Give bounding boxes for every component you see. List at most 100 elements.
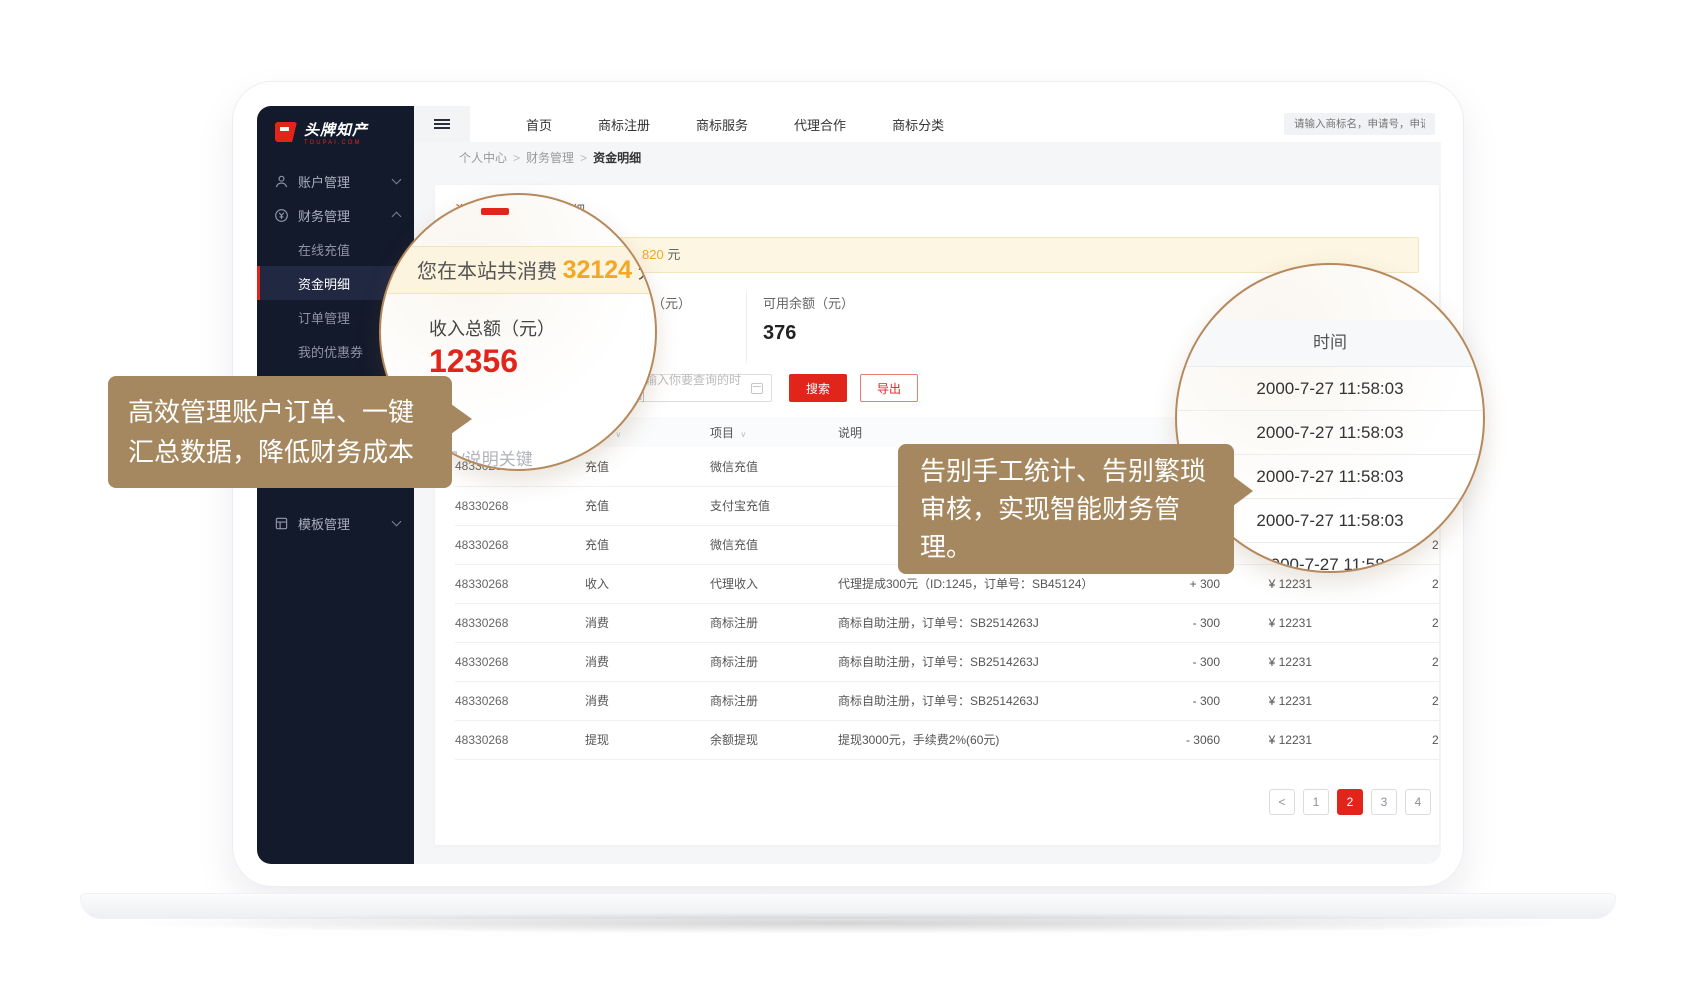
- breadcrumb-separator: >: [580, 151, 587, 165]
- breadcrumb-item-0[interactable]: 个人中心: [459, 149, 507, 166]
- cell-balance: ¥ 12231: [1220, 642, 1312, 681]
- cell-type: 充值: [585, 486, 710, 525]
- cell-time: 2000-7-27 11:58:03: [1312, 603, 1439, 642]
- magnified-tab-fragment: [481, 208, 509, 215]
- cell-balance: ¥ 12231: [1220, 603, 1312, 642]
- cell-item: 代理收入: [710, 564, 838, 603]
- cell-amount: - 300: [1148, 603, 1220, 642]
- callout-left-text: 高效管理账户订单、一键汇总数据，降低财务成本: [128, 397, 414, 467]
- nav-tab-0[interactable]: 首页: [526, 115, 552, 134]
- sidebar-item-label: 账户管理: [298, 172, 350, 191]
- stat-balance: 可用余额（元） 376: [746, 291, 854, 363]
- cell-type: 消费: [585, 681, 710, 720]
- top-nav: 首页 商标注册 商标服务 代理合作 商标分类: [414, 106, 1441, 142]
- cell-time: 2000-7-27 11:58:03: [1312, 720, 1439, 759]
- cell-type: 消费: [585, 642, 710, 681]
- cell-item: 微信充值: [710, 525, 838, 564]
- sort-chevron-icon: ∨: [740, 430, 746, 439]
- cell-order: 48330268: [455, 720, 585, 759]
- cell-type: 充值: [585, 447, 710, 486]
- pagination-page-3[interactable]: 3: [1371, 789, 1397, 815]
- search-button[interactable]: 搜索: [789, 374, 847, 402]
- cell-order: 48330268: [455, 681, 585, 720]
- magnified-time-header: 时间: [1177, 320, 1483, 366]
- chevron-up-icon: [392, 212, 402, 222]
- table-row: 48330268提现余额提现提现3000元，手续费2%(60元)- 3060¥ …: [455, 720, 1439, 759]
- table-row: 48330268消费商标注册商标自助注册，订单号：SB2514263J- 300…: [455, 681, 1439, 720]
- stage: 头牌知产 TOUPAI.COM 账户管理财务管理在线充值资金明细订单管理我的优惠…: [0, 0, 1696, 1002]
- nav-tab-2[interactable]: 商标服务: [696, 115, 748, 134]
- cell-item: 商标注册: [710, 642, 838, 681]
- brand-subtext: TOUPAI.COM: [304, 140, 368, 146]
- cell-desc: 商标自助注册，订单号：SB2514263J: [838, 642, 1148, 681]
- stat-balance-value: 376: [763, 322, 854, 345]
- brand-logo-icon: [275, 122, 297, 142]
- cell-time: 2000-7-27 11:58:03: [1312, 681, 1439, 720]
- cell-balance: ¥ 12231: [1220, 720, 1312, 759]
- pagination-prev-button[interactable]: <: [1269, 789, 1295, 815]
- cell-balance: ¥ 12231: [1220, 681, 1312, 720]
- sidebar-item-label: 模板管理: [298, 514, 350, 533]
- stat-balance-label: 可用余额（元）: [763, 293, 854, 312]
- cell-item: 商标注册: [710, 603, 838, 642]
- column-header-2[interactable]: 项目 ∨: [710, 417, 838, 447]
- sidebar-item-label: 财务管理: [298, 206, 350, 225]
- cell-amount: - 3060: [1148, 720, 1220, 759]
- callout-left: 高效管理账户订单、一键汇总数据，降低财务成本: [108, 376, 452, 488]
- nav-tab-1[interactable]: 商标注册: [598, 115, 650, 134]
- sidebar-item-7[interactable]: 模板管理: [257, 506, 414, 540]
- breadcrumb: 个人中心 > 财务管理 > 资金明细: [414, 142, 1441, 173]
- nav-tab-3[interactable]: 代理合作: [794, 115, 846, 134]
- sidebar-item-1[interactable]: 财务管理: [257, 198, 414, 232]
- hamburger-menu-icon[interactable]: [414, 106, 470, 142]
- pagination: <12345: [1269, 789, 1439, 815]
- table-row: 48330268消费商标注册商标自助注册，订单号：SB2514263J- 300…: [455, 642, 1439, 681]
- brand-logo: 头牌知产 TOUPAI.COM: [257, 106, 414, 164]
- magnified-time-row: 2000-7-27 11:58:03: [1177, 366, 1483, 410]
- callout-right-text: 告别手工统计、告别繁琐审核，实现智能财务管理。: [920, 456, 1206, 562]
- pagination-page-4[interactable]: 4: [1405, 789, 1431, 815]
- sidebar-item-0[interactable]: 账户管理: [257, 164, 414, 198]
- brand-name: 头牌知产: [304, 122, 368, 140]
- chevron-down-icon: [392, 175, 402, 185]
- export-button[interactable]: 导出: [860, 374, 918, 402]
- cell-item: 商标注册: [710, 681, 838, 720]
- breadcrumb-item-2: 资金明细: [593, 149, 641, 166]
- cell-order: 48330268: [455, 525, 585, 564]
- cell-order: 48330268: [455, 642, 585, 681]
- cell-amount: - 300: [1148, 681, 1220, 720]
- callout-right: 告别手工统计、告别繁琐审核，实现智能财务管理。: [898, 444, 1234, 574]
- cell-desc: 商标自助注册，订单号：SB2514263J: [838, 603, 1148, 642]
- notice-unit: 元: [667, 247, 680, 262]
- trademark-search-input[interactable]: [1284, 113, 1435, 135]
- callout-right-arrow-icon: [1233, 476, 1253, 506]
- cell-time: 2000-7-27 11:58:03: [1312, 642, 1439, 681]
- cell-type: 提现: [585, 720, 710, 759]
- cell-amount: - 300: [1148, 642, 1220, 681]
- pagination-page-1[interactable]: 1: [1303, 789, 1329, 815]
- laptop-shadow: [110, 912, 1586, 934]
- magnified-income-label: 收入总额（元）: [429, 315, 555, 341]
- nav-tab-4[interactable]: 商标分类: [892, 115, 944, 134]
- breadcrumb-separator: >: [513, 151, 520, 165]
- time-filter-placeholder: 请输入你要查询的时间: [633, 371, 751, 405]
- chevron-down-icon: [392, 517, 402, 527]
- cell-desc: 商标自助注册，订单号：SB2514263J: [838, 681, 1148, 720]
- callout-left-arrow-icon: [451, 404, 472, 434]
- cell-item: 支付宝充值: [710, 486, 838, 525]
- pagination-page-2[interactable]: 2: [1337, 789, 1363, 815]
- calendar-icon: [751, 383, 763, 394]
- cell-type: 收入: [585, 564, 710, 603]
- cell-order: 48330268: [455, 603, 585, 642]
- cell-desc: 提现3000元，手续费2%(60元): [838, 720, 1148, 759]
- cell-type: 消费: [585, 603, 710, 642]
- column-header-3: 说明: [838, 417, 1148, 447]
- breadcrumb-item-1[interactable]: 财务管理: [526, 149, 574, 166]
- cell-order: 48330268: [455, 486, 585, 525]
- cell-item: 微信充值: [710, 447, 838, 486]
- cell-item: 余额提现: [710, 720, 838, 759]
- magnified-notice: 您在本站共消费 32124 元: [381, 246, 655, 294]
- cell-order: 48330268: [455, 564, 585, 603]
- sort-chevron-icon: ∨: [615, 430, 621, 439]
- cell-type: 充值: [585, 525, 710, 564]
